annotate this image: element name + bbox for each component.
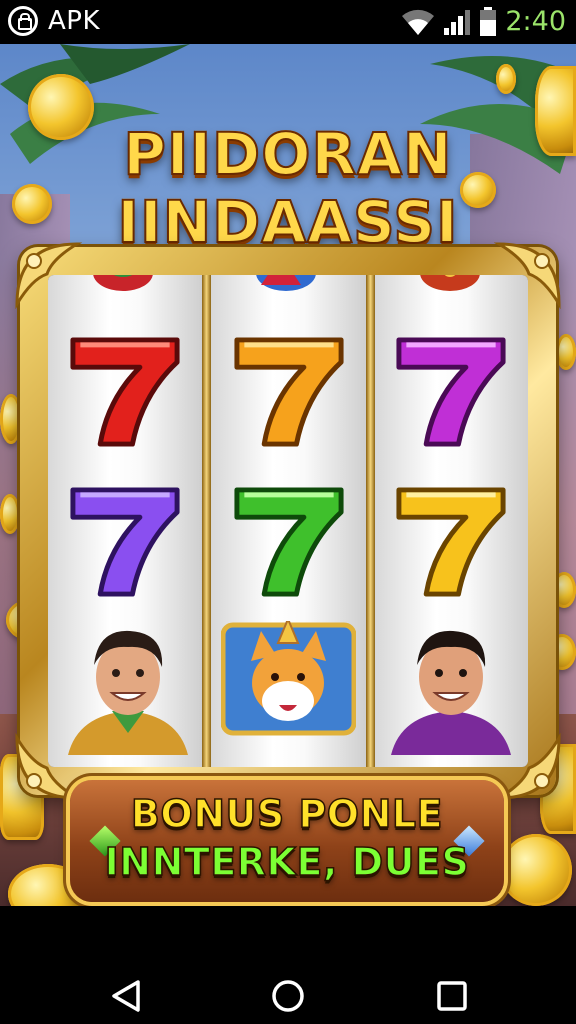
bonus-button-line-1: BONUS PONLE (130, 791, 444, 837)
green-seven-icon (234, 487, 344, 597)
back-icon[interactable] (106, 976, 146, 1016)
navigation-bar (0, 906, 576, 1024)
gold-coin (500, 834, 572, 906)
orange-seven-icon (234, 337, 344, 447)
battery-icon (480, 6, 497, 36)
gold-coin (496, 64, 516, 94)
smiling-man-avatar (391, 630, 511, 755)
gold-coin (0, 494, 20, 534)
camera-bag-icon (8, 6, 38, 36)
bonus-button[interactable]: BONUS PONLE INNTERKE, DUES (70, 780, 504, 902)
smiling-man-avatar (68, 630, 188, 755)
status-bar-right: 2:40 (401, 6, 566, 37)
bonus-button-line-2: INNTERKE, DUES (104, 839, 470, 885)
reel-3[interactable] (375, 275, 528, 767)
signal-icon (444, 9, 471, 35)
slot-game-screen[interactable]: PIIDORAN IINDAASSI BONUS PONLE INNTERKE,… (0, 44, 576, 906)
purple-seven-icon (70, 487, 180, 597)
recents-icon[interactable] (432, 976, 472, 1016)
gold-coin (0, 394, 22, 444)
reel-1[interactable] (48, 275, 202, 767)
gold-coin (556, 334, 576, 370)
yellow-seven-icon (396, 487, 506, 597)
app-label: APK (48, 6, 101, 36)
reel-divider (366, 275, 375, 767)
magenta-seven-icon (396, 337, 506, 447)
status-bar-left: APK (8, 6, 100, 36)
status-bar: APK 2:40 (0, 0, 576, 44)
slot-machine-frame (15, 242, 561, 800)
game-title-line-2: IINDAASSI (116, 187, 459, 257)
red-seven-icon (70, 337, 180, 447)
home-icon[interactable] (268, 976, 308, 1016)
partial-symbol-icon (93, 275, 153, 291)
reel-divider (202, 275, 211, 767)
party-dog-symbol (221, 621, 356, 736)
clock: 2:40 (505, 6, 566, 37)
reel-2[interactable] (211, 275, 366, 767)
wifi-icon (402, 9, 435, 35)
reels-window (48, 275, 528, 767)
game-title-line-1: PIIDORAN (122, 119, 453, 189)
partial-symbol-icon (256, 275, 316, 291)
partial-symbol-icon (420, 275, 480, 291)
